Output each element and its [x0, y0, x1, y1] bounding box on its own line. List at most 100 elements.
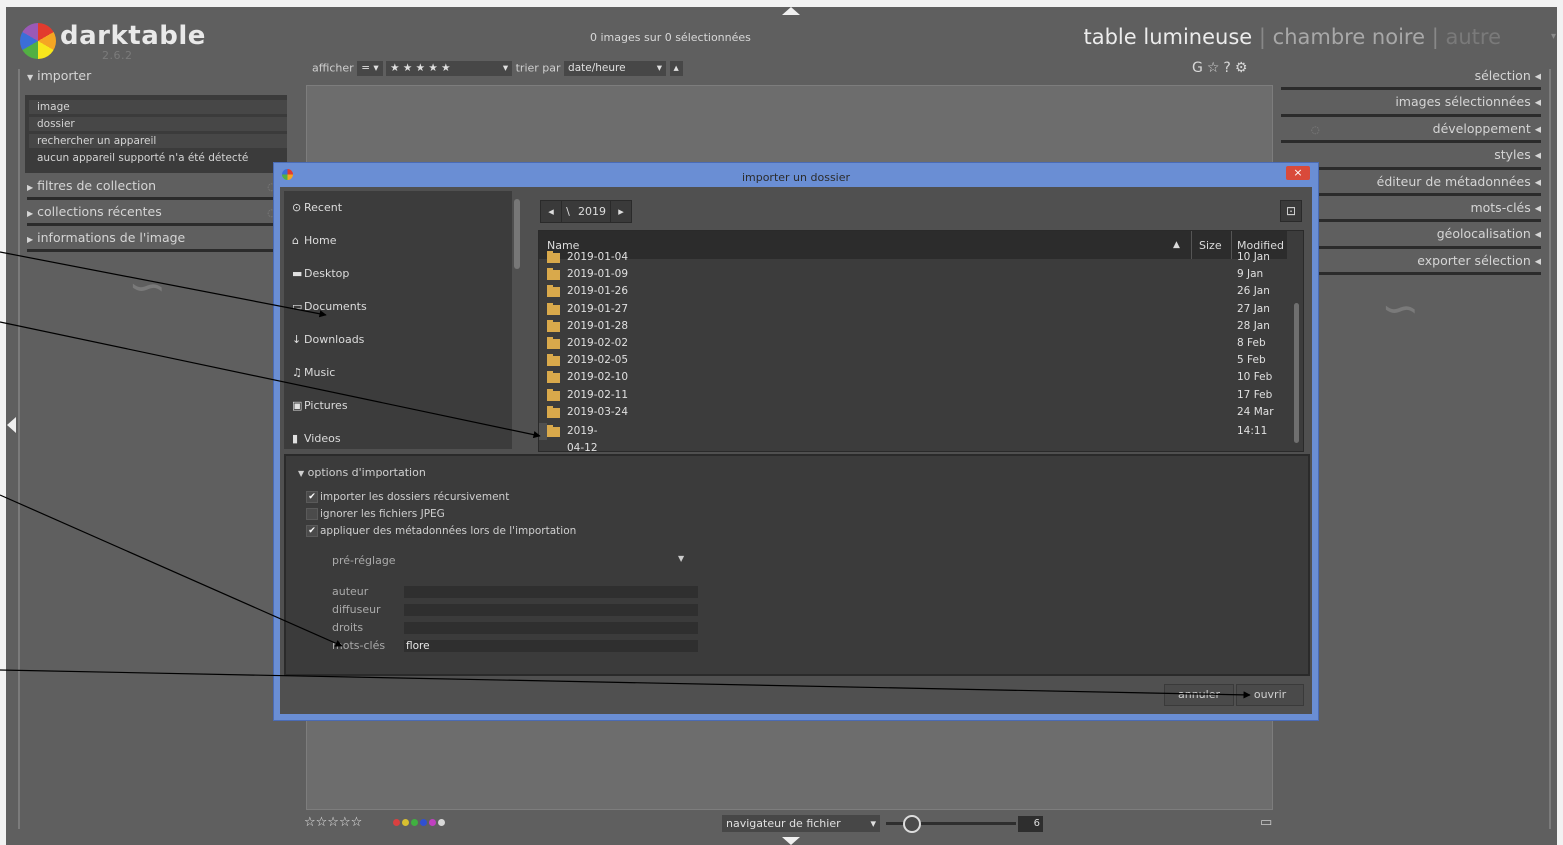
chevron-down-icon[interactable]: ▼ [678, 554, 684, 563]
place-desktop[interactable]: ▬ Desktop [284, 257, 512, 290]
section-geotagging[interactable]: géolocalisation ◂ [1281, 227, 1541, 253]
section-divider [1281, 245, 1541, 249]
place-recent[interactable]: ⊙ Recent [284, 191, 512, 224]
file-modified: 10 Jan [1237, 251, 1270, 263]
rights-field[interactable] [404, 622, 698, 634]
place-pictures[interactable]: ▣ Pictures [284, 389, 512, 422]
section-selection[interactable]: sélection ◂ [1281, 68, 1541, 95]
section-selected-images[interactable]: images sélectionnées ◂ [1281, 95, 1541, 121]
zoom-slider-knob[interactable] [903, 815, 921, 833]
section-styles[interactable]: styles ◂ [1281, 148, 1541, 174]
top-panel-toggle-icon[interactable] [782, 7, 800, 15]
apply-metadata-checkbox[interactable]: ✔ appliquer des métadonnées lors de l'imp… [306, 525, 576, 537]
place-music[interactable]: ♫ Music [284, 356, 512, 389]
overlay-star-icon[interactable]: ☆ [1207, 60, 1224, 76]
star-rating-icons[interactable]: ☆☆☆☆☆ [304, 815, 362, 830]
place-documents[interactable]: ▭ Documents [284, 290, 512, 323]
section-recent-collections[interactable]: ▶ collections récentes ◌ [27, 205, 276, 231]
table-row[interactable]: 2019-02-11 17 Feb [539, 387, 1287, 404]
author-field[interactable] [404, 586, 698, 598]
zoom-value[interactable]: 6 [1018, 816, 1043, 832]
color-label-dot[interactable] [437, 819, 445, 826]
table-row[interactable]: 2019-02-02 8 Feb [539, 335, 1287, 352]
table-row[interactable]: 2019-01-04 10 Jan [539, 249, 1287, 266]
file-modified: 24 Mar [1237, 405, 1274, 418]
folder-icon [547, 424, 560, 437]
color-label-dot[interactable] [392, 819, 400, 826]
path-forward-button[interactable]: ▸ [611, 200, 632, 223]
section-development[interactable]: ◌ développement ◂ [1281, 120, 1541, 148]
table-row[interactable]: 2019-01-09 9 Jan [539, 266, 1287, 283]
section-divider [1281, 219, 1541, 223]
home-icon: ⌂ [292, 234, 299, 247]
color-label-dot[interactable] [410, 819, 418, 826]
checkmark-icon: ✔ [306, 525, 318, 537]
table-row[interactable]: 2019-01-27 27 Jan [539, 301, 1287, 318]
section-keywords[interactable]: mots-clés ◂ [1281, 200, 1541, 227]
new-folder-icon[interactable]: ⊡ [1280, 200, 1302, 222]
color-label-dot[interactable] [401, 819, 409, 826]
file-name: 2019-01-04 [567, 251, 629, 263]
place-videos[interactable]: ▮ Videos [284, 422, 512, 455]
ignore-jpeg-label: ignorer les fichiers JPEG [320, 508, 445, 520]
table-row[interactable]: 2019-02-05 5 Feb [539, 352, 1287, 369]
image-count: 0 images sur 0 sélectionnées [590, 31, 751, 44]
color-label-dot[interactable] [428, 819, 436, 826]
rating-filter-select[interactable]: ★ ★ ★ ★ ★ ▾ [386, 61, 513, 76]
left-panel-toggle-icon[interactable] [7, 417, 16, 433]
folder-icon [547, 354, 560, 367]
section-label: développement [1432, 120, 1531, 136]
file-modified: 27 Jan [1237, 302, 1270, 315]
table-row[interactable]: 2019-01-26 26 Jan [539, 283, 1287, 300]
color-label-dot[interactable] [419, 819, 427, 826]
sort-order-button[interactable]: ▴ [669, 61, 683, 76]
file-list-scrollbar[interactable] [1294, 303, 1299, 443]
navigator-select[interactable]: navigateur de fichier ▾ [722, 815, 880, 832]
section-export[interactable]: exporter sélection ◂ [1281, 253, 1541, 280]
options-header-label: options d'importation [307, 466, 426, 479]
import-folder-button[interactable]: dossier [29, 117, 287, 131]
sort-select[interactable]: date/heure ▾ [564, 61, 667, 76]
rating-comparator-select[interactable]: = ▾ [357, 61, 383, 76]
place-label: Recent [304, 201, 343, 214]
publisher-field[interactable] [404, 604, 698, 616]
file-name: 2019-01-28 [567, 319, 629, 332]
keywords-field[interactable]: flore [404, 640, 698, 652]
cancel-button[interactable]: annuler [1164, 684, 1234, 706]
section-label: collections récentes [37, 204, 162, 219]
section-image-info[interactable]: ▶ informations de l'image [27, 231, 276, 257]
close-button[interactable]: × [1286, 166, 1310, 180]
gear-icon[interactable]: ⚙ [1235, 60, 1252, 76]
section-import[interactable]: ▼ importer [27, 69, 276, 95]
view-darkroom[interactable]: chambre noire [1273, 25, 1425, 49]
import-options-header[interactable]: ▼ options d'importation [298, 466, 426, 479]
table-row[interactable]: 2019-02-10 10 Feb [539, 369, 1287, 386]
help-icon[interactable]: ? [1223, 60, 1234, 76]
preset-select[interactable]: pré-réglage [332, 554, 396, 567]
places-scrollbar[interactable] [514, 199, 520, 269]
place-home[interactable]: ⌂ Home [284, 224, 512, 257]
display-profile-icon[interactable]: ▭ [1260, 815, 1272, 830]
collapsed-triangle-icon: ▶ [27, 235, 34, 244]
section-metadata-editor[interactable]: éditeur de métadonnées ◂ [1281, 174, 1541, 201]
open-button[interactable]: ouvrir [1236, 684, 1304, 706]
scan-device-button[interactable]: rechercher un appareil [29, 134, 287, 148]
table-row[interactable]: 2019-01-28 28 Jan [539, 318, 1287, 335]
reset-icon[interactable]: ◌ [1311, 124, 1320, 138]
view-lighttable[interactable]: table lumineuse [1084, 25, 1253, 49]
path-segment-2019[interactable]: 2019 [574, 200, 611, 223]
table-row[interactable]: 2019-04-12 14:11 [539, 422, 1267, 451]
view-menu-caret-icon[interactable]: ▾ [1551, 31, 1556, 42]
section-collection-filters[interactable]: ▶ filtres de collection ◌ [27, 179, 276, 205]
path-back-button[interactable]: ◂ [540, 200, 562, 223]
place-downloads[interactable]: ↓ Downloads [284, 323, 512, 356]
recursive-checkbox[interactable]: ✔ importer les dossiers récursivement [306, 491, 509, 503]
bottom-panel-toggle-icon[interactable] [782, 837, 800, 845]
folder-icon [547, 302, 560, 315]
section-divider [1281, 140, 1541, 144]
view-other[interactable]: autre [1445, 25, 1501, 49]
grouping-icon[interactable]: G [1192, 60, 1207, 76]
table-row[interactable]: 2019-03-24 24 Mar [539, 404, 1287, 421]
ignore-jpeg-checkbox[interactable]: ignorer les fichiers JPEG [306, 508, 445, 520]
import-image-button[interactable]: image [29, 100, 287, 114]
